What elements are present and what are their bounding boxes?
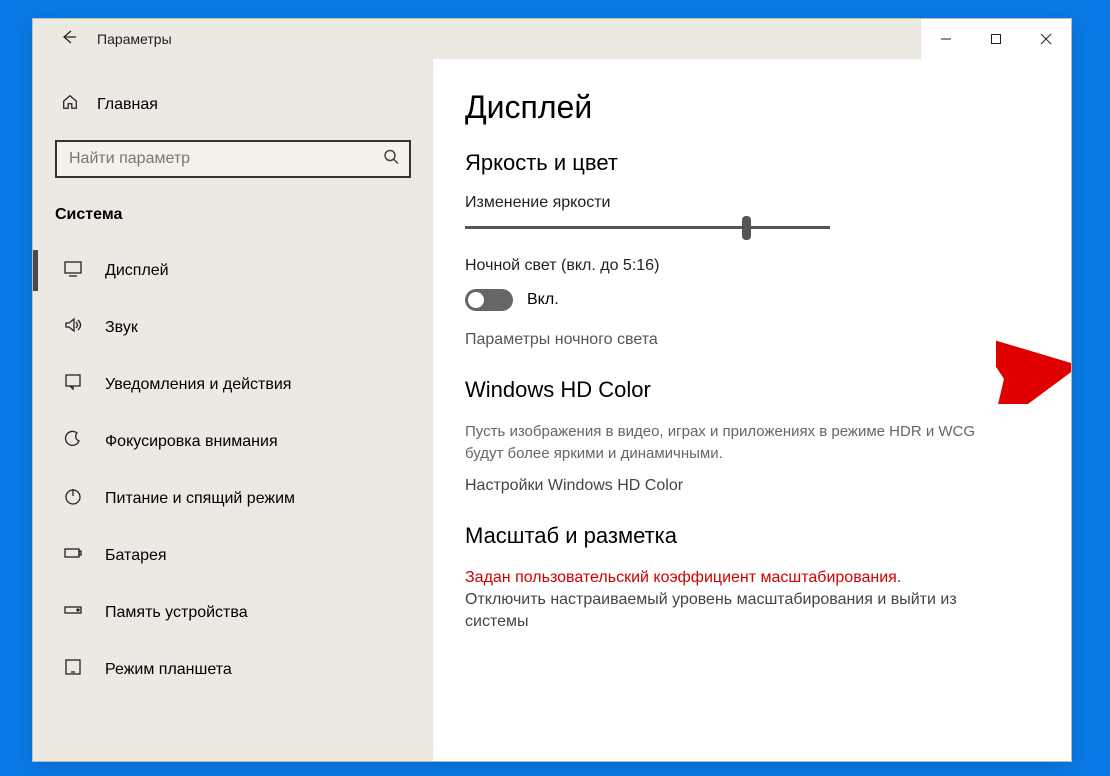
- home-icon: [61, 93, 79, 116]
- nightlight-toggle[interactable]: [465, 289, 513, 311]
- sidebar: Главная Система Дисплей Звук: [33, 59, 433, 761]
- sidebar-item-display[interactable]: Дисплей: [33, 242, 433, 299]
- sidebar-item-notifications[interactable]: Уведомления и действия: [33, 356, 433, 413]
- brightness-slider[interactable]: [465, 226, 830, 229]
- power-icon: [63, 486, 83, 511]
- nightlight-settings-link[interactable]: Параметры ночного света: [465, 331, 1031, 349]
- search-input[interactable]: [55, 140, 411, 178]
- nav-list: Дисплей Звук Уведомления и действия Фоку…: [33, 242, 433, 698]
- nightlight-label: Ночной свет (вкл. до 5:16): [465, 257, 1031, 275]
- search-wrap: [55, 140, 411, 178]
- sidebar-item-label: Питание и спящий режим: [105, 490, 295, 508]
- nav-section-header: Система: [33, 196, 433, 242]
- scale-warning: Задан пользовательский коэффициент масшт…: [465, 567, 1005, 589]
- sidebar-item-sound[interactable]: Звук: [33, 299, 433, 356]
- titlebar: Параметры: [33, 19, 1071, 59]
- sidebar-item-focus[interactable]: Фокусировка внимания: [33, 413, 433, 470]
- sidebar-item-battery[interactable]: Батарея: [33, 527, 433, 584]
- scale-signout-link[interactable]: Отключить настраиваемый уровень масштаби…: [465, 589, 1005, 634]
- back-button[interactable]: [61, 29, 77, 50]
- home-link[interactable]: Главная: [33, 83, 433, 126]
- window-title: Параметры: [97, 31, 172, 47]
- hdr-description: Пусть изображения в видео, играх и прило…: [465, 421, 1005, 465]
- settings-window: Параметры Главная Система: [32, 18, 1072, 762]
- focus-icon: [63, 429, 83, 454]
- home-label: Главная: [97, 96, 158, 114]
- toggle-knob: [468, 292, 484, 308]
- minimize-button[interactable]: [921, 19, 971, 59]
- search-icon: [383, 149, 399, 170]
- sidebar-item-label: Батарея: [105, 547, 167, 565]
- display-icon: [63, 258, 83, 283]
- sidebar-item-tablet[interactable]: Режим планшета: [33, 641, 433, 698]
- slider-thumb[interactable]: [742, 216, 751, 240]
- sidebar-item-label: Фокусировка внимания: [105, 433, 278, 451]
- battery-icon: [63, 543, 83, 568]
- maximize-button[interactable]: [971, 19, 1021, 59]
- close-button[interactable]: [1021, 19, 1071, 59]
- sound-icon: [63, 315, 83, 340]
- sidebar-item-storage[interactable]: Память устройства: [33, 584, 433, 641]
- tablet-icon: [63, 657, 83, 682]
- sidebar-item-label: Режим планшета: [105, 661, 232, 679]
- notifications-icon: [63, 372, 83, 397]
- page-title: Дисплей: [465, 89, 1031, 126]
- sidebar-item-label: Память устройства: [105, 604, 248, 622]
- sidebar-item-label: Звук: [105, 319, 138, 337]
- storage-icon: [63, 600, 83, 625]
- sidebar-item-label: Уведомления и действия: [105, 376, 291, 394]
- toggle-state-label: Вкл.: [527, 291, 559, 309]
- sidebar-item-power[interactable]: Питание и спящий режим: [33, 470, 433, 527]
- sidebar-item-label: Дисплей: [105, 262, 169, 280]
- brightness-heading: Яркость и цвет: [465, 150, 1031, 176]
- brightness-label: Изменение яркости: [465, 194, 1031, 212]
- content-panel: Дисплей Яркость и цвет Изменение яркости…: [433, 59, 1071, 761]
- hdr-settings-link[interactable]: Настройки Windows HD Color: [465, 477, 1031, 495]
- scale-heading: Масштаб и разметка: [465, 523, 1031, 549]
- hdr-heading: Windows HD Color: [465, 377, 1031, 403]
